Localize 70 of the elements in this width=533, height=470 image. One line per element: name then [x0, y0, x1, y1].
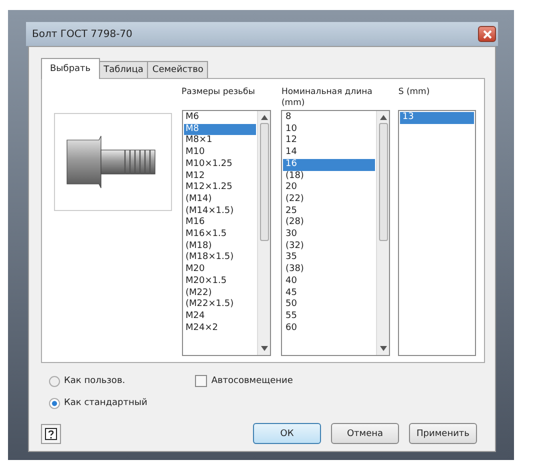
scrollbar[interactable]: [257, 111, 270, 355]
list-header: Размеры резьбы: [182, 87, 256, 99]
list-item[interactable]: (M22×1.5): [184, 299, 256, 311]
list-item[interactable]: (32): [283, 240, 376, 252]
down-arrow-icon: [260, 346, 268, 351]
list-item[interactable]: (38): [283, 264, 376, 276]
list-item[interactable]: 25: [283, 206, 376, 218]
list-item[interactable]: M10×1.25: [184, 158, 256, 171]
list-item[interactable]: M12×1.25: [184, 182, 256, 194]
list-item[interactable]: M16×1.5: [184, 229, 256, 241]
list-item[interactable]: M12: [184, 170, 256, 182]
list-box[interactable]: M6 M8 M8×1 M10 M10×1.25 M12 M12×1.25 (M14) (M14×1.5) M16 M16×1.5 (M18) (M18×1.5) M20 M20×1.5 (M22) (M22×1.5) M24 M24×2: [182, 110, 272, 356]
down-arrow-icon: [380, 346, 387, 351]
list-item[interactable]: 55: [283, 310, 376, 323]
checkbox-label: Автосовмещение: [211, 376, 293, 386]
list-item[interactable]: 60: [283, 322, 376, 334]
list-box[interactable]: 13: [398, 110, 476, 356]
dialog-button[interactable]: ОК: [253, 423, 321, 444]
list-item[interactable]: M16: [184, 217, 256, 230]
list-item[interactable]: M24×2: [184, 322, 256, 334]
up-arrow-icon: [380, 115, 387, 120]
list-item[interactable]: 50: [283, 299, 376, 311]
list-item[interactable]: (28): [283, 217, 376, 230]
checkbox[interactable]: [195, 375, 208, 387]
window-title: Болт ГОСТ 7798-70: [32, 28, 132, 40]
list-item[interactable]: 8: [283, 112, 376, 124]
list-item[interactable]: 20: [283, 182, 376, 194]
radio-button[interactable]: [49, 376, 60, 386]
list-item[interactable]: (M18): [184, 240, 256, 252]
list-item[interactable]: M8: [184, 124, 256, 136]
dialog-button[interactable]: Отмена: [331, 423, 399, 444]
list-item[interactable]: 16: [283, 158, 376, 171]
list-item[interactable]: 12: [283, 135, 376, 148]
list-item[interactable]: (M14): [184, 194, 256, 206]
list-item[interactable]: 40: [283, 276, 376, 288]
scrollbar[interactable]: [376, 111, 390, 355]
list-item[interactable]: M6: [184, 112, 256, 124]
radio-button[interactable]: [49, 398, 60, 408]
list-item[interactable]: M20: [184, 264, 256, 276]
list-item[interactable]: 10: [283, 124, 376, 136]
list-item[interactable]: (M14×1.5): [184, 206, 256, 218]
radio-label: Как пользов.: [64, 376, 126, 386]
list-item[interactable]: (M22): [184, 288, 256, 300]
tab[interactable]: Выбрать: [41, 58, 100, 79]
list-header: S (mm): [398, 87, 431, 99]
list-item[interactable]: 14: [283, 147, 376, 159]
tab[interactable]: Семейство: [147, 61, 208, 78]
scroll-thumb[interactable]: [378, 123, 388, 241]
list-header: Номинальная длина (mm): [281, 87, 374, 110]
list-item[interactable]: 30: [283, 229, 376, 241]
list-item[interactable]: (M18×1.5): [184, 252, 256, 264]
list-item[interactable]: M20×1.5: [184, 276, 256, 288]
help-button[interactable]: [41, 424, 61, 444]
radio-label: Как стандартный: [64, 398, 148, 408]
list-item[interactable]: M24: [184, 310, 256, 323]
list-item[interactable]: 35: [283, 252, 376, 264]
list-item[interactable]: M8×1: [184, 135, 256, 148]
list-item[interactable]: 13: [400, 112, 474, 124]
list-item[interactable]: (22): [283, 194, 376, 206]
close-icon: [482, 30, 492, 38]
tab[interactable]: Таблица: [98, 61, 148, 78]
help-icon: [45, 428, 57, 440]
scroll-thumb[interactable]: [260, 123, 269, 241]
list-item[interactable]: 45: [283, 288, 376, 300]
close-button[interactable]: [478, 26, 496, 42]
up-arrow-icon: [260, 115, 268, 120]
list-item[interactable]: (18): [283, 170, 376, 182]
dialog-button[interactable]: Применить: [409, 423, 477, 444]
list-box[interactable]: 8 10 12 14 16 (18) 20 (22) 25 (28) 30 (32) 35 (38) 40 45 50 55 60: [281, 110, 390, 356]
list-item[interactable]: M10: [184, 147, 256, 159]
